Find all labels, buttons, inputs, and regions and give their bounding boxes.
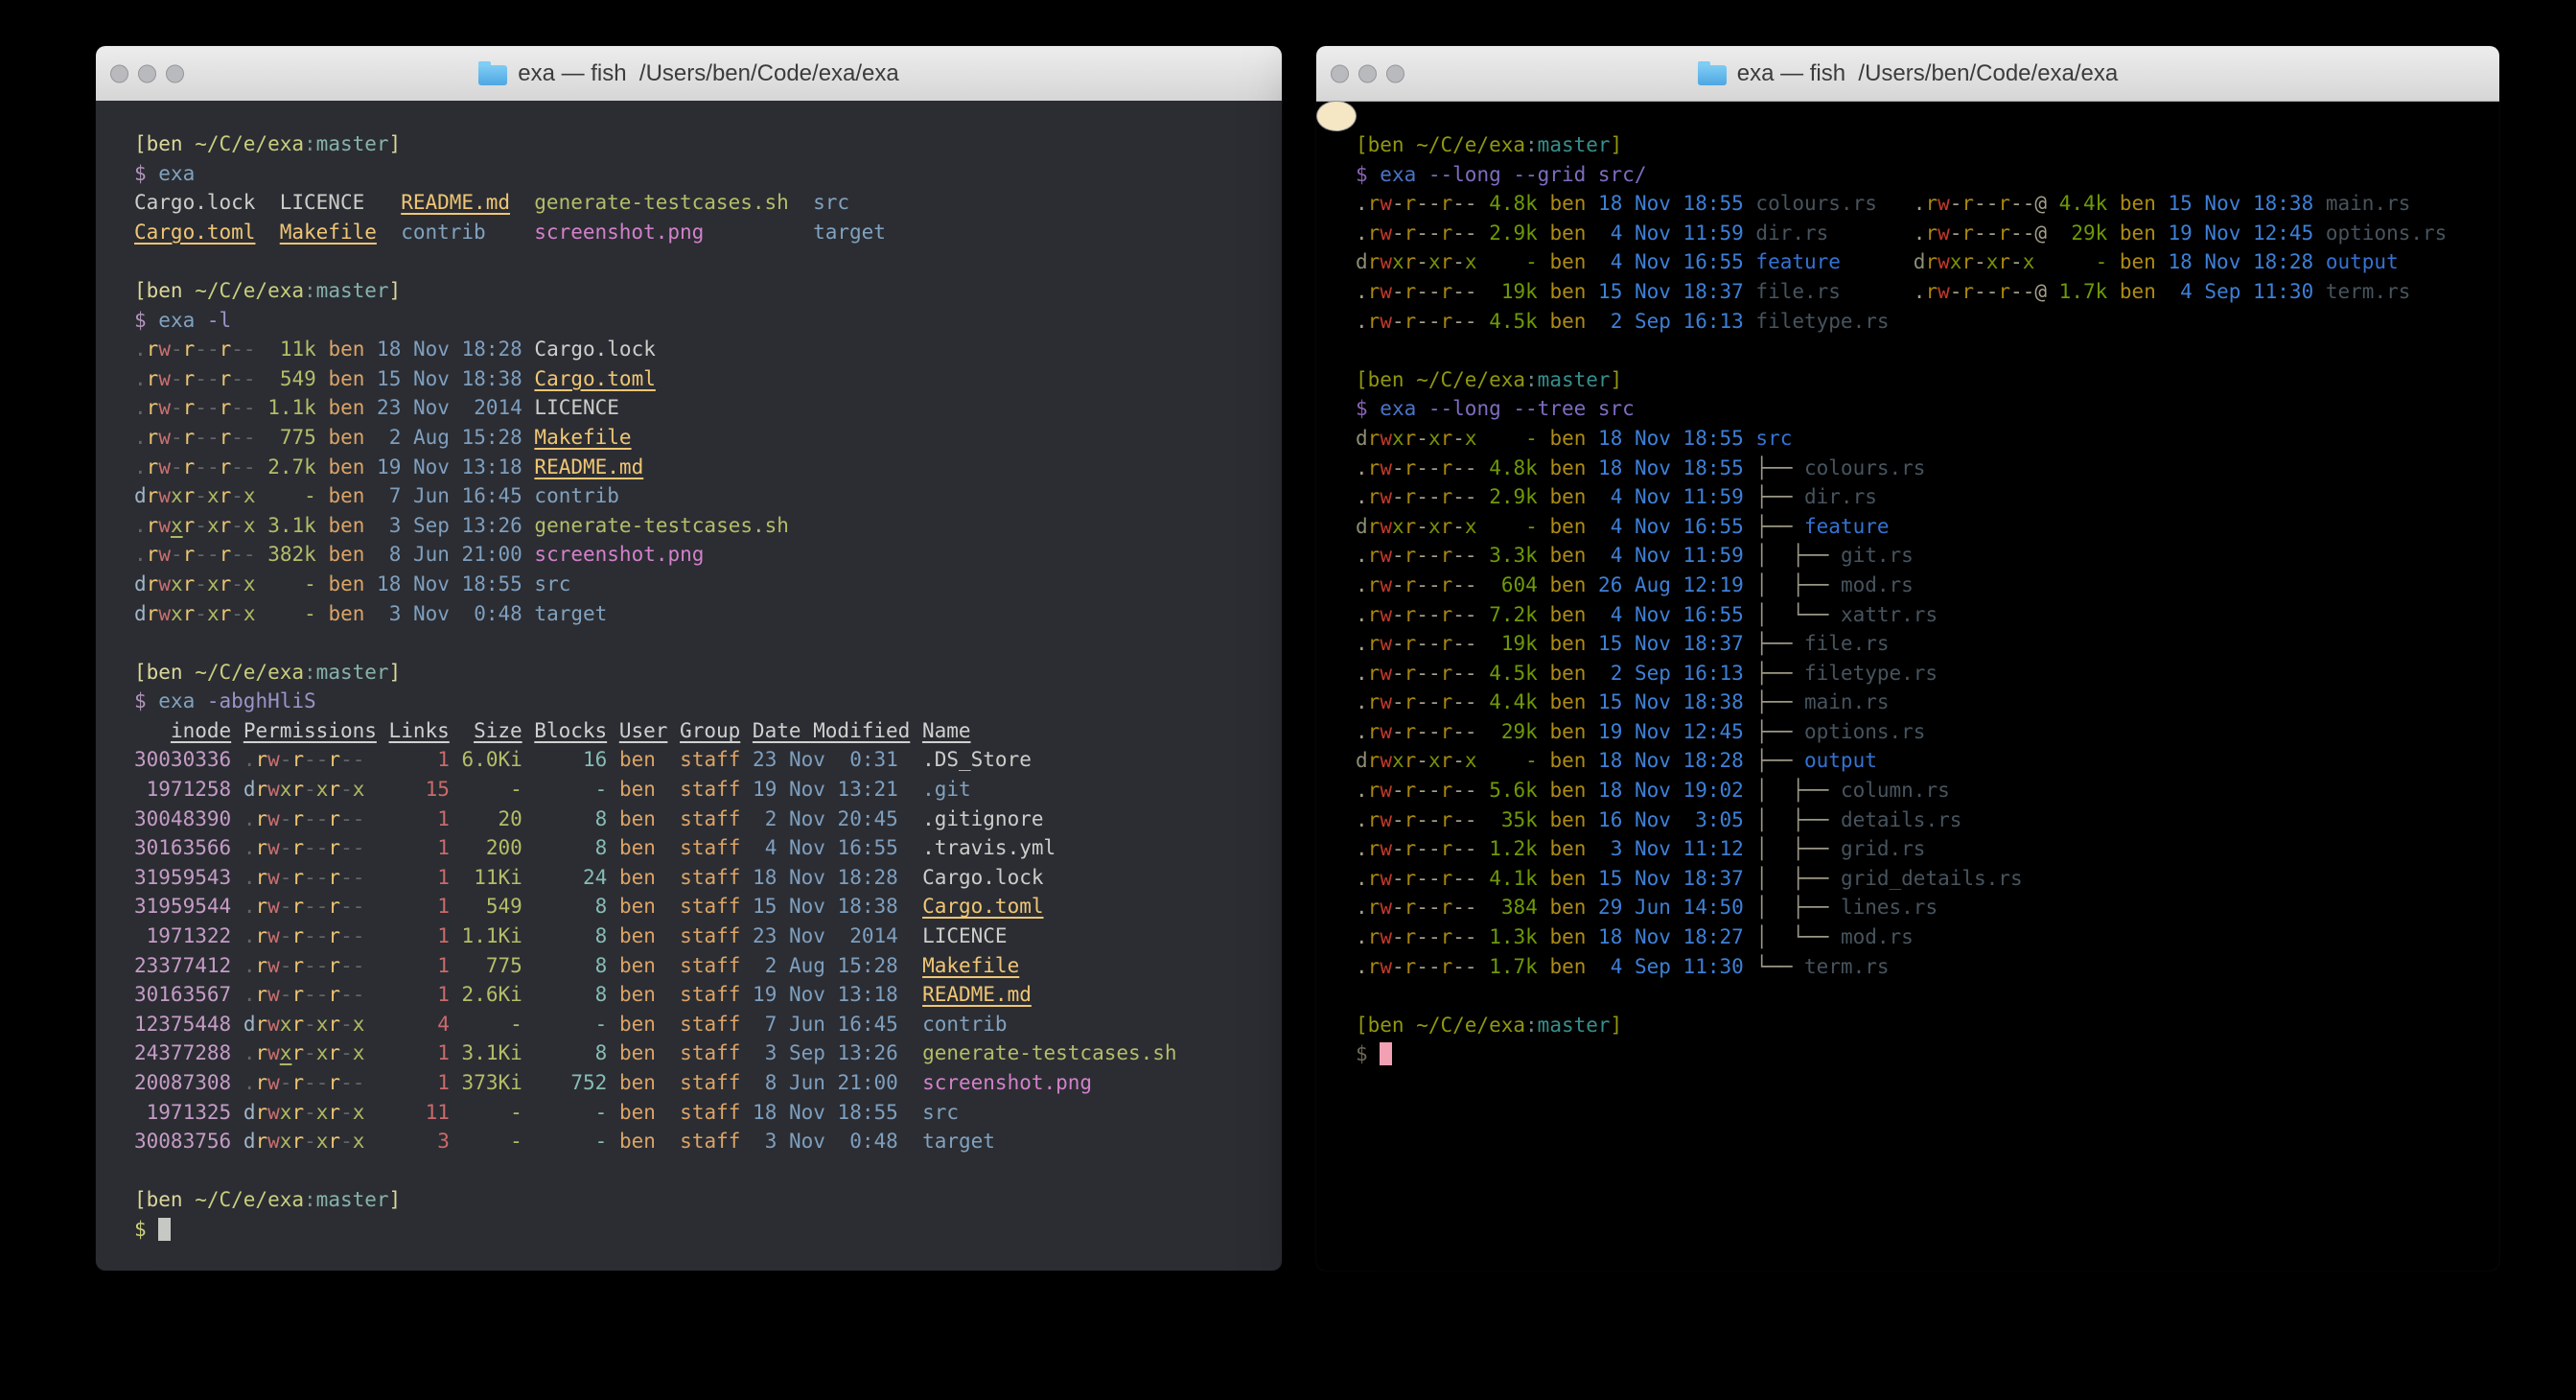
terminal-line: .rw-r--r-- 11k ben 18 Nov 18:28 Cargo.lo…: [134, 335, 1282, 364]
zoom-button[interactable]: [1386, 64, 1404, 82]
terminal-line: [ben ~/C/e/exa:master]: [134, 276, 1282, 306]
terminal-line: drwxr-xr-x - ben 7 Jun 16:45 contrib: [134, 481, 1282, 511]
terminal-right[interactable]: [ben ~/C/e/exa:master]$ exa --long --gri…: [1316, 101, 1357, 131]
terminal-line: 30163567 .rw-r--r-- 1 2.6Ki 8 ben staff …: [134, 980, 1282, 1010]
terminal-line: 24377288 .rwxr-xr-x 1 3.1Ki 8 ben staff …: [134, 1038, 1282, 1068]
terminal-line: 30048390 .rw-r--r-- 1 20 8 ben staff 2 N…: [134, 805, 1282, 834]
terminal-line: Cargo.toml Makefile contrib screenshot.p…: [134, 218, 1282, 247]
traffic-lights: [1331, 64, 1404, 82]
terminal-line: $: [134, 1215, 1282, 1245]
terminal-line: .rw-r--r-- 549 ben 15 Nov 18:38 Cargo.to…: [134, 364, 1282, 394]
terminal-line: drwxr-xr-x - ben 18 Nov 18:55 src: [134, 570, 1282, 599]
terminal-cursor: [158, 1218, 171, 1241]
terminal-line: [ben ~/C/e/exa:master]: [134, 129, 1282, 159]
window-title-wrap: exa — fish /Users/ben/Code/exa/exa: [478, 60, 899, 87]
terminal-line: .rw-r--r-- 775 ben 2 Aug 15:28 Makefile: [134, 423, 1282, 453]
terminal-line: 1971322 .rw-r--r-- 1 1.1Ki 8 ben staff 2…: [134, 922, 1282, 951]
terminal-line: [ben ~/C/e/exa:master]: [134, 658, 1282, 688]
terminal-line: Cargo.lock LICENCE README.md generate-te…: [134, 188, 1282, 218]
terminal-window-left: exa — fish /Users/ben/Code/exa/exa [ben …: [96, 46, 1282, 1271]
terminal-line: 30083756 drwxr-xr-x 3 - - ben staff 3 No…: [134, 1127, 1282, 1156]
terminal-line: $ exa -abghHliS: [134, 687, 1282, 716]
terminal-line: $ exa: [134, 159, 1282, 189]
terminal-line: .rw-r--r-- 2.7k ben 19 Nov 13:18 README.…: [134, 453, 1282, 482]
terminal-line: .rw-r--r-- 1.1k ben 23 Nov 2014 LICENCE: [134, 393, 1282, 423]
close-button[interactable]: [110, 64, 128, 82]
terminal-line: 1971325 drwxr-xr-x 11 - - ben staff 18 N…: [134, 1098, 1282, 1128]
folder-icon: [1698, 65, 1727, 85]
terminal-line: [134, 628, 1282, 658]
terminal-line: $ exa -l: [134, 306, 1282, 336]
terminal-line: 20087308 .rw-r--r-- 1 373Ki 752 ben staf…: [134, 1068, 1282, 1098]
titlebar-right[interactable]: exa — fish /Users/ben/Code/exa/exa: [1316, 46, 2499, 102]
traffic-lights: [110, 64, 184, 82]
terminal-line: 30163566 .rw-r--r-- 1 200 8 ben staff 4 …: [134, 833, 1282, 863]
terminal-window-right: exa — fish /Users/ben/Code/exa/exa [ben …: [1316, 46, 2499, 1271]
folder-icon: [478, 65, 507, 85]
minimize-button[interactable]: [1358, 64, 1377, 82]
window-title: exa — fish /Users/ben/Code/exa/exa: [518, 60, 899, 87]
terminal-line: 31959543 .rw-r--r-- 1 11Ki 24 ben staff …: [134, 863, 1282, 893]
terminal-line: 31959544 .rw-r--r-- 1 549 8 ben staff 15…: [134, 892, 1282, 922]
terminal-line: .rwxr-xr-x 3.1k ben 3 Sep 13:26 generate…: [134, 511, 1282, 541]
terminal-left[interactable]: [ben ~/C/e/exa:master]$ exaCargo.lock LI…: [96, 101, 1282, 1271]
terminal-line: [134, 1156, 1282, 1186]
terminal-line: 12375448 drwxr-xr-x 4 - - ben staff 7 Ju…: [134, 1010, 1282, 1039]
terminal-line: [ben ~/C/e/exa:master]: [134, 1185, 1282, 1215]
terminal-line: inode Permissions Links Size Blocks User…: [134, 716, 1282, 746]
zoom-button[interactable]: [166, 64, 184, 82]
terminal-cursor: [1380, 1042, 1392, 1065]
terminal-line: 23377412 .rw-r--r-- 1 775 8 ben staff 2 …: [134, 951, 1282, 981]
terminal-line: 30030336 .rw-r--r-- 1 6.0Ki 16 ben staff…: [134, 745, 1282, 775]
terminal-line: drwxr-xr-x - ben 3 Nov 0:48 target: [134, 599, 1282, 629]
terminal-line: [134, 246, 1282, 276]
desktop: { "canvas": { "width": 2687, "height": 1…: [0, 0, 2576, 1400]
window-title-wrap: exa — fish /Users/ben/Code/exa/exa: [1698, 60, 2119, 87]
terminal-line: 1971258 drwxr-xr-x 15 - - ben staff 19 N…: [134, 775, 1282, 805]
titlebar-left[interactable]: exa — fish /Users/ben/Code/exa/exa: [96, 46, 1282, 102]
minimize-button[interactable]: [138, 64, 156, 82]
terminal-line: .rw-r--r-- 382k ben 8 Jun 21:00 screensh…: [134, 540, 1282, 570]
window-title: exa — fish /Users/ben/Code/exa/exa: [1737, 60, 2119, 87]
close-button[interactable]: [1331, 64, 1349, 82]
